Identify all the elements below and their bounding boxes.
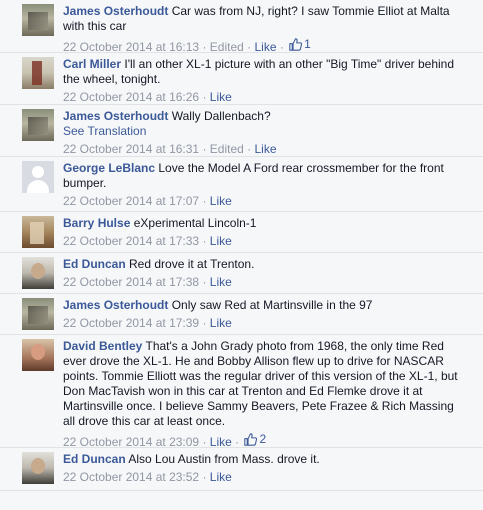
like-link[interactable]: Like [254, 40, 276, 54]
timestamp-link[interactable]: 22 October 2014 at 16:26 [63, 90, 199, 104]
like-link[interactable]: Like [210, 435, 232, 449]
comment: James Osterhoudt Only saw Red at Martins… [0, 294, 483, 335]
like-link[interactable]: Like [210, 90, 232, 104]
comment: David Bentley That's a John Grady photo … [0, 335, 483, 450]
comment-body: David Bentley That's a John Grady photo … [63, 339, 483, 450]
avatar[interactable] [22, 216, 54, 248]
comment-text: I'll an other XL-1 picture with an other… [63, 57, 455, 86]
comment-meta: 22 October 2014 at 23:52 · Like [63, 470, 463, 485]
avatar[interactable] [22, 298, 54, 330]
separator: · [243, 142, 255, 156]
comment: Carl Miller I'll an other XL-1 picture w… [0, 53, 483, 105]
separator: · [199, 435, 210, 449]
comment-meta: 22 October 2014 at 16:31 · Edited · Like [63, 142, 463, 157]
avatar[interactable] [22, 4, 54, 36]
comment-text: Red drove it at Trenton. [129, 257, 255, 271]
comment: Ed Duncan Also Lou Austin from Mass. dro… [0, 448, 483, 491]
separator: · [276, 40, 288, 54]
avatar[interactable] [22, 257, 54, 289]
avatar[interactable] [22, 57, 54, 89]
separator: · [199, 194, 210, 208]
comment-body: James Osterhoudt Wally Dallenbach? See Tr… [63, 109, 483, 157]
like-link[interactable]: Like [210, 234, 232, 248]
see-translation-link[interactable]: See Translation [63, 124, 463, 139]
separator: · [199, 234, 210, 248]
like-link[interactable]: Like [210, 194, 232, 208]
comment-body: Ed Duncan Red drove it at Trenton. 22 Oct… [63, 257, 483, 290]
like-count-number: 2 [259, 432, 267, 446]
like-link[interactable]: Like [210, 316, 232, 330]
comment-content: Carl Miller I'll an other XL-1 picture w… [63, 57, 463, 87]
separator: · [199, 316, 210, 330]
edited-label[interactable]: Edited [210, 40, 244, 54]
comment-text: Only saw Red at Martinsville in the 97 [171, 298, 373, 312]
comment-author-link[interactable]: Ed Duncan [63, 452, 126, 466]
timestamp-link[interactable]: 22 October 2014 at 17:07 [63, 194, 199, 208]
like-link[interactable]: Like [210, 275, 232, 289]
comment-author-link[interactable]: James Osterhoudt [63, 4, 168, 18]
comment: Ed Duncan Red drove it at Trenton. 22 Oct… [0, 253, 483, 294]
comment: James Osterhoudt Wally Dallenbach? See Tr… [0, 105, 483, 157]
separator: · [243, 40, 255, 54]
comment-author-link[interactable]: Barry Hulse [63, 216, 130, 230]
comment-text: Also Lou Austin from Mass. drove it. [128, 452, 320, 466]
comment-text: eXperimental Lincoln-1 [133, 216, 257, 230]
comment: George LeBlanc Love the Model A Ford rea… [0, 157, 483, 212]
avatar[interactable] [22, 452, 54, 484]
separator: · [231, 435, 243, 449]
timestamp-link[interactable]: 22 October 2014 at 17:33 [63, 234, 199, 248]
timestamp-link[interactable]: 22 October 2014 at 16:13 [63, 40, 199, 54]
comment-body: Ed Duncan Also Lou Austin from Mass. dro… [63, 452, 483, 485]
comment-author-link[interactable]: David Bentley [63, 339, 142, 353]
timestamp-link[interactable]: 22 October 2014 at 23:09 [63, 435, 199, 449]
separator: · [199, 90, 210, 104]
comment-content: Barry Hulse eXperimental Lincoln-1 [63, 216, 463, 231]
comment-author-link[interactable]: George LeBlanc [63, 161, 155, 175]
avatar[interactable] [22, 339, 54, 371]
comment-body: George LeBlanc Love the Model A Ford rea… [63, 161, 483, 209]
comment-content: George LeBlanc Love the Model A Ford rea… [63, 161, 463, 191]
comment: James Osterhoudt Car was from NJ, right?… [0, 0, 483, 55]
separator: · [199, 40, 210, 54]
comment-meta: 22 October 2014 at 17:07 · Like [63, 194, 463, 209]
comment-author-link[interactable]: James Osterhoudt [63, 298, 168, 312]
edited-label[interactable]: Edited [210, 142, 244, 156]
timestamp-link[interactable]: 22 October 2014 at 23:52 [63, 470, 199, 484]
comment-content: Ed Duncan Red drove it at Trenton. [63, 257, 463, 272]
comment: Barry Hulse eXperimental Lincoln-1 22 Oct… [0, 212, 483, 253]
thumbs-up-icon [289, 38, 303, 51]
comment-author-link[interactable]: Carl Miller [63, 57, 121, 71]
avatar[interactable] [22, 109, 54, 141]
timestamp-link[interactable]: 22 October 2014 at 17:38 [63, 275, 199, 289]
like-count[interactable]: 1 [287, 37, 311, 52]
comment-meta: 22 October 2014 at 16:26 · Like [63, 90, 463, 105]
comment-body: Carl Miller I'll an other XL-1 picture w… [63, 57, 483, 105]
like-link[interactable]: Like [210, 470, 232, 484]
separator: · [199, 275, 210, 289]
separator: · [199, 470, 210, 484]
comment-text: Wally Dallenbach? [171, 109, 271, 123]
comment-content: David Bentley That's a John Grady photo … [63, 339, 463, 429]
comment-list: James Osterhoudt Car was from NJ, right?… [0, 0, 483, 491]
comment-author-link[interactable]: James Osterhoudt [63, 109, 168, 123]
comment-content: James Osterhoudt Car was from NJ, right?… [63, 4, 463, 34]
comment-body: Barry Hulse eXperimental Lincoln-1 22 Oct… [63, 216, 483, 249]
thumbs-up-icon [244, 433, 258, 446]
comment-content: James Osterhoudt Only saw Red at Martins… [63, 298, 463, 313]
like-count[interactable]: 2 [242, 432, 266, 447]
separator: · [199, 142, 210, 156]
comment-content: Ed Duncan Also Lou Austin from Mass. dro… [63, 452, 463, 467]
comment-meta: 22 October 2014 at 17:38 · Like [63, 275, 463, 290]
comment-content: James Osterhoudt Wally Dallenbach? [63, 109, 463, 124]
comment-meta: 22 October 2014 at 17:39 · Like [63, 316, 463, 331]
like-count-number: 1 [304, 37, 311, 51]
comment-author-link[interactable]: Ed Duncan [63, 257, 126, 271]
comment-body: James Osterhoudt Car was from NJ, right?… [63, 4, 483, 55]
timestamp-link[interactable]: 22 October 2014 at 16:31 [63, 142, 199, 156]
avatar[interactable] [22, 161, 54, 193]
comment-body: James Osterhoudt Only saw Red at Martins… [63, 298, 483, 331]
like-link[interactable]: Like [254, 142, 276, 156]
comment-meta: 22 October 2014 at 17:33 · Like [63, 234, 463, 249]
timestamp-link[interactable]: 22 October 2014 at 17:39 [63, 316, 199, 330]
